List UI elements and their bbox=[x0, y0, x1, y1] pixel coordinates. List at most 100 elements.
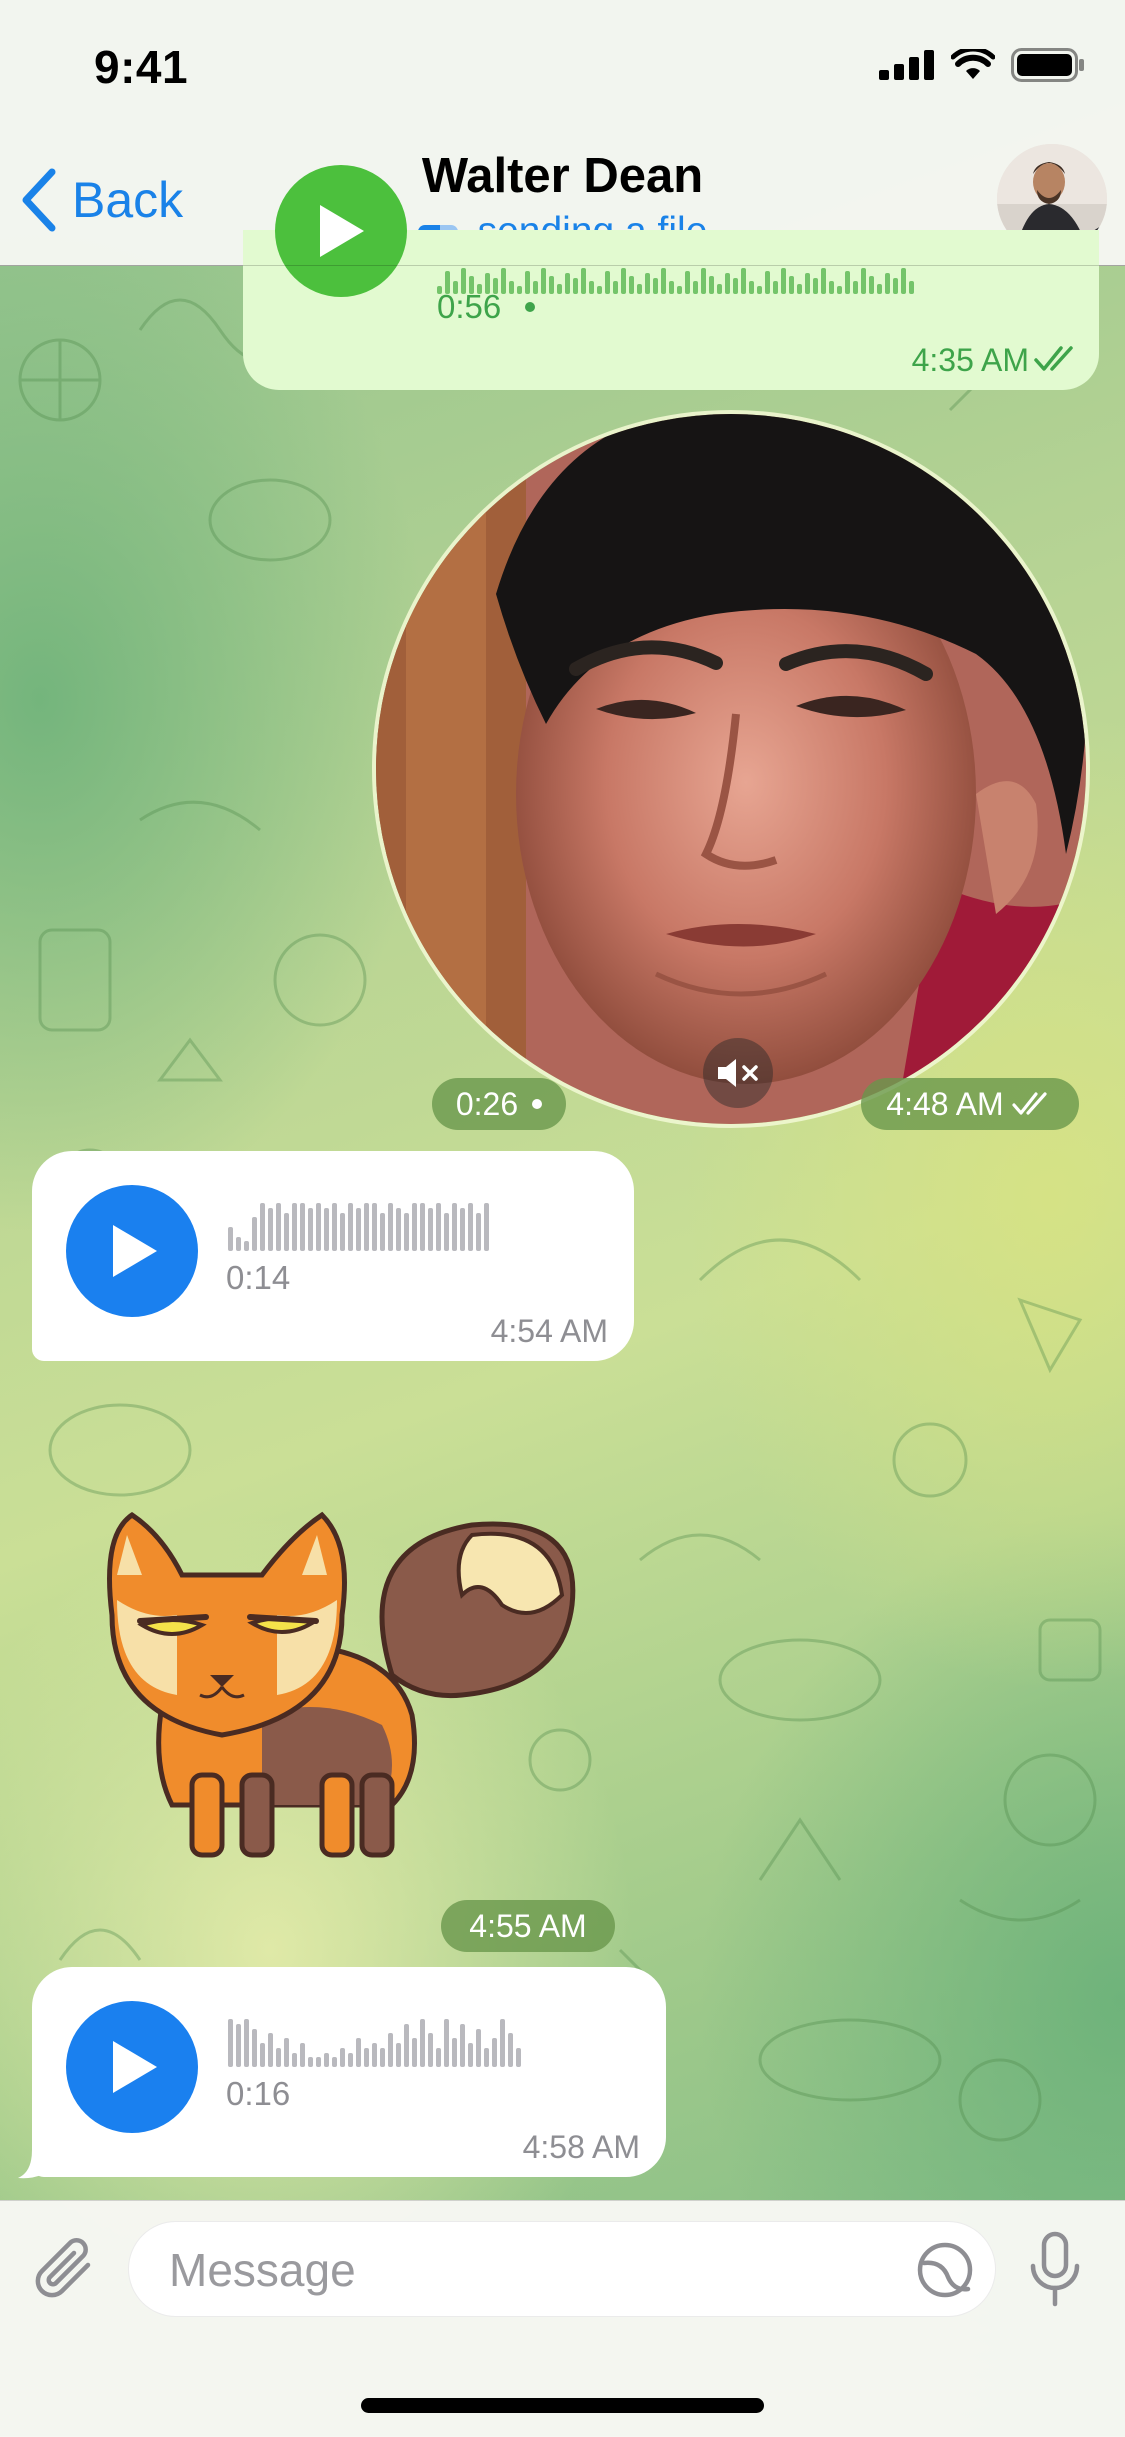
sticker-icon bbox=[917, 2242, 973, 2298]
waveform-bar bbox=[557, 284, 562, 294]
waveform-bar bbox=[316, 1203, 321, 1251]
waveform-bar bbox=[781, 268, 786, 294]
battery-icon bbox=[1011, 48, 1084, 82]
message-voice-outgoing[interactable]: 0:56 4:35 AM bbox=[243, 165, 1099, 390]
waveform-bar bbox=[236, 1237, 241, 1251]
play-button[interactable] bbox=[66, 2001, 198, 2133]
waveform-bar bbox=[805, 273, 810, 294]
voice-waveform[interactable] bbox=[437, 266, 914, 294]
composer-bar bbox=[0, 2200, 1125, 2437]
voice-duration: 0:14 bbox=[226, 1259, 291, 1296]
waveform-bar bbox=[717, 284, 722, 294]
waveform-bar bbox=[709, 276, 714, 294]
waveform-bar bbox=[436, 2048, 441, 2067]
waveform-bar bbox=[404, 2024, 409, 2067]
video-frame bbox=[376, 414, 1086, 1124]
voice-duration: 0:16 bbox=[226, 2075, 291, 2112]
message-voice-incoming[interactable]: 0:14 4:54 AM bbox=[32, 1151, 634, 1361]
waveform-bar bbox=[741, 268, 746, 294]
waveform-bar bbox=[276, 2048, 281, 2067]
waveform-bar bbox=[292, 2053, 297, 2067]
waveform-bar bbox=[252, 2029, 257, 2067]
waveform-bar bbox=[845, 271, 850, 294]
play-button[interactable] bbox=[275, 165, 407, 297]
waveform-bar bbox=[669, 281, 674, 294]
waveform-bar bbox=[605, 271, 610, 294]
message-time: 4:48 AM bbox=[886, 1085, 1004, 1122]
play-button[interactable] bbox=[66, 1185, 198, 1317]
waveform-bar bbox=[757, 286, 762, 294]
waveform-bar bbox=[565, 273, 570, 294]
waveform-bar bbox=[869, 276, 874, 294]
waveform-bar bbox=[645, 273, 650, 294]
waveform-bar bbox=[244, 1241, 249, 1251]
waveform-bar bbox=[388, 1203, 393, 1251]
waveform-bar bbox=[484, 2048, 489, 2067]
attach-button[interactable] bbox=[28, 2231, 104, 2307]
microphone-icon bbox=[1030, 2231, 1080, 2307]
waveform-bar bbox=[332, 2057, 337, 2067]
sticker-button[interactable] bbox=[915, 2240, 975, 2300]
waveform-bar bbox=[589, 281, 594, 294]
waveform-bar bbox=[613, 281, 618, 294]
voice-waveform[interactable] bbox=[228, 1201, 489, 1251]
fox-sticker[interactable] bbox=[92, 1505, 592, 1875]
waveform-bar bbox=[460, 2024, 465, 2067]
waveform-bar bbox=[509, 281, 514, 294]
waveform-bar bbox=[789, 276, 794, 294]
waveform-bar bbox=[549, 276, 554, 294]
waveform-bar bbox=[909, 281, 914, 294]
waveform-bar bbox=[236, 2024, 241, 2067]
play-icon bbox=[113, 1225, 157, 1277]
waveform-bar bbox=[444, 2019, 449, 2067]
waveform-bar bbox=[300, 1203, 305, 1251]
video-message[interactable] bbox=[372, 410, 1090, 1128]
waveform-bar bbox=[725, 273, 730, 294]
header-divider bbox=[0, 265, 1125, 266]
waveform-bar bbox=[228, 1227, 233, 1251]
microphone-button[interactable] bbox=[1015, 2227, 1095, 2313]
waveform-bar bbox=[428, 1208, 433, 1251]
waveform-bar bbox=[508, 2033, 513, 2067]
waveform-bar bbox=[813, 278, 818, 294]
waveform-bar bbox=[388, 2033, 393, 2067]
waveform-bar bbox=[885, 273, 890, 294]
waveform-bar bbox=[348, 2053, 353, 2067]
waveform-bar bbox=[821, 268, 826, 294]
waveform-bar bbox=[837, 286, 842, 294]
unplayed-dot bbox=[525, 302, 535, 312]
waveform-bar bbox=[332, 1203, 337, 1251]
waveform-bar bbox=[244, 2019, 249, 2067]
play-icon bbox=[320, 205, 364, 257]
back-label: Back bbox=[72, 172, 184, 228]
fox-sticker-image bbox=[107, 1511, 576, 1858]
waveform-bar bbox=[749, 281, 754, 294]
mute-toggle[interactable] bbox=[703, 1038, 773, 1108]
waveform-bar bbox=[893, 278, 898, 294]
waveform-bar bbox=[260, 2043, 265, 2067]
waveform-bar bbox=[396, 2043, 401, 2067]
waveform-bar bbox=[380, 2048, 385, 2067]
waveform-bar bbox=[492, 2038, 497, 2067]
waveform-bar bbox=[573, 278, 578, 294]
waveform-bar bbox=[653, 278, 658, 294]
waveform-bar bbox=[581, 268, 586, 294]
waveform-bar bbox=[436, 1203, 441, 1251]
waveform-bar bbox=[533, 281, 538, 294]
waveform-bar bbox=[685, 271, 690, 294]
waveform-bar bbox=[468, 1203, 473, 1251]
waveform-bar bbox=[829, 281, 834, 294]
waveform-bar bbox=[428, 2033, 433, 2067]
waveform-bar bbox=[420, 1203, 425, 1251]
waveform-bar bbox=[541, 268, 546, 294]
waveform-bar bbox=[420, 2019, 425, 2067]
back-button[interactable]: Back bbox=[20, 162, 183, 238]
message-field[interactable] bbox=[128, 2221, 996, 2317]
waveform-bar bbox=[316, 2057, 321, 2067]
voice-waveform[interactable] bbox=[228, 2017, 521, 2067]
waveform-bar bbox=[853, 281, 858, 294]
message-time: 4:35 AM bbox=[911, 342, 1029, 378]
waveform-bar bbox=[372, 1203, 377, 1251]
message-input[interactable] bbox=[167, 2236, 911, 2304]
message-voice-incoming[interactable]: 0:16 4:58 AM bbox=[32, 1967, 666, 2177]
